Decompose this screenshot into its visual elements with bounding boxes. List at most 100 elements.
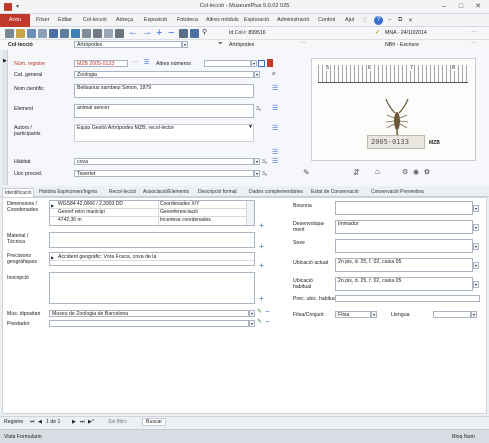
cat-general-field[interactable]: Zoologia (74, 71, 254, 78)
add-precisions-icon[interactable]: + (259, 262, 264, 270)
binoculars-icon[interactable]: ⚲ (202, 28, 207, 36)
image-transfer-icon[interactable]: ⇵ (353, 168, 360, 177)
tab-dades[interactable]: Dades complementàries (247, 188, 305, 197)
chart-icon[interactable] (71, 29, 80, 38)
remove-icon[interactable]: − (265, 317, 270, 326)
prestador-field[interactable] (49, 320, 249, 327)
heart-icon[interactable]: ♡ (362, 17, 367, 24)
copy-icon[interactable] (38, 29, 47, 38)
autors-dropdown-icon[interactable]: ▼ (248, 124, 253, 130)
menu-arxiu[interactable]: Arxiu (0, 14, 30, 27)
llengua-field[interactable] (433, 311, 471, 318)
prev-record-icon[interactable]: ◀ (38, 419, 42, 425)
add-dimension-icon[interactable]: + (259, 222, 264, 230)
search-button[interactable]: Buscar (142, 418, 167, 426)
altres-numeros-dropdown[interactable]: ▾ (251, 60, 257, 67)
new-record-icon[interactable]: + (156, 27, 162, 39)
fitxa-dropdown[interactable]: ▾ (371, 311, 377, 318)
tab-conservacio[interactable]: Conservació Preventiva (369, 188, 426, 197)
module-field[interactable]: Artròpodes (74, 41, 182, 48)
grid-icon[interactable] (258, 60, 265, 67)
table-row[interactable]: Georef retro municipi Georeferenciació (50, 209, 254, 217)
list-icon[interactable]: ☰ (272, 148, 278, 156)
image-home-icon[interactable]: ⌂ (375, 167, 380, 176)
ubicacio-habitual-field[interactable]: 2n pis, d. 25, f. 02, caixa 05 (335, 277, 473, 291)
language-icon[interactable]: 3ₐ (256, 106, 261, 112)
menu-fitxer[interactable]: Fitxer (32, 14, 53, 27)
close-button[interactable]: ✕ (470, 1, 486, 13)
desenvolupament-field[interactable]: Immadur (335, 220, 473, 234)
last-record-icon[interactable]: ⏭ (80, 419, 85, 426)
desenvolupament-dropdown[interactable]: ▾ (473, 224, 479, 231)
remove-icon[interactable]: − (265, 307, 270, 316)
add-material-icon[interactable]: + (259, 243, 264, 251)
link-icon[interactable] (190, 29, 199, 38)
minimize-button[interactable]: – (436, 1, 452, 13)
list-icon[interactable]: ☰ (272, 157, 278, 165)
more-icon[interactable]: ··· (132, 59, 138, 65)
altres-numeros-field[interactable] (204, 60, 251, 67)
edit-icon[interactable] (16, 29, 25, 38)
prec-ubic-field[interactable] (335, 295, 480, 302)
flag-icon[interactable] (267, 59, 273, 67)
first-record-icon[interactable]: ⏮ (30, 419, 35, 426)
inscripcio-field[interactable] (49, 272, 255, 304)
image-paint-icon[interactable]: ✿ (424, 168, 430, 176)
menu-exploracio[interactable]: Exploració (240, 14, 273, 27)
nom-cientific-field[interactable]: Belisarius xambeui Simon, 1879 (74, 84, 254, 98)
maximize-button[interactable]: □ (453, 1, 469, 13)
forward-arrow-icon[interactable]: → (142, 27, 152, 39)
image-edit-icon[interactable]: ✎ (303, 168, 310, 177)
next-record-icon[interactable]: ▶ (72, 419, 76, 425)
add-inscripcio-icon[interactable]: + (259, 295, 264, 303)
llengua-dropdown[interactable]: ▾ (471, 311, 477, 318)
close-ribbon-icon[interactable]: ✕ (408, 17, 413, 24)
new-record-nav-icon[interactable]: ▶* (88, 419, 94, 425)
ubicacio-actual-field[interactable]: 2n pis, d. 25, f. 02, caixa 05 (335, 258, 473, 272)
menu-administracio[interactable]: Administració (273, 14, 313, 27)
habitat-field[interactable]: cova (74, 158, 254, 165)
fitxa-field[interactable]: Fitxa (335, 311, 371, 318)
image-eye-icon[interactable]: ◉ (413, 168, 419, 176)
list-view-icon[interactable] (179, 29, 188, 38)
language-icon[interactable]: 3ₐ (262, 159, 267, 165)
material-field[interactable] (49, 232, 255, 248)
delete-record-icon[interactable]: − (168, 27, 174, 39)
menu-colleccio[interactable]: Col·lecció (79, 14, 111, 27)
autors-field[interactable]: Equip Gestió Artròpodes MZB, recol·lecto… (74, 124, 254, 142)
edit-pencil-icon[interactable]: ✎ (257, 318, 262, 325)
precisions-grid[interactable]: ▶ Accident geogràfic: Vora Fosca, cova d… (49, 252, 255, 266)
lloc-field[interactable]: Tavertet (74, 170, 254, 177)
view-icon[interactable] (27, 29, 36, 38)
menu-fototeca[interactable]: Fototeca (173, 14, 202, 27)
edit-pencil-icon[interactable]: ✎ (257, 308, 262, 315)
list-icon[interactable]: ☰ (272, 104, 278, 112)
ubicacio-actual-dropdown[interactable]: ▾ (473, 262, 479, 269)
menu-adreca[interactable]: Adreça (112, 14, 137, 27)
table-row[interactable]: ▶ WGS84 42,0066 / 2,3993 DD Coordenades … (50, 201, 254, 209)
filter-icon[interactable]: ⏷ (218, 41, 223, 48)
tab-estat[interactable]: Estat de Conservació (309, 188, 361, 197)
specimen-photo[interactable]: 5 6 7 8 2005-0133 MZB (311, 58, 476, 161)
help-icon[interactable]: ? (374, 16, 383, 25)
menu-control[interactable]: Control (314, 14, 339, 27)
menu-ajut[interactable]: Ajut (341, 14, 358, 27)
delete-icon[interactable] (49, 29, 58, 38)
ubicacio-habitual-dropdown[interactable]: ▾ (473, 281, 479, 288)
more-icon[interactable]: ··· (471, 29, 477, 35)
list-icon[interactable]: ☰ (272, 124, 278, 132)
image-settings-icon[interactable]: ⚙ (402, 168, 408, 176)
element-field[interactable]: animal sencer (74, 104, 254, 118)
menu-altres-moduls[interactable]: Altres mòduls (202, 14, 243, 27)
tab-recollecio[interactable]: Recol·lecció (107, 188, 138, 197)
tab-descripcio[interactable]: Descripció formal (196, 188, 239, 197)
minimize-ribbon-icon[interactable]: – (388, 17, 391, 23)
menu-exposicio[interactable]: Exposició (140, 14, 171, 27)
prestador-dropdown[interactable]: ▾ (249, 320, 255, 327)
lloc-dropdown[interactable]: ▾ (254, 170, 260, 177)
sexe-dropdown[interactable]: ▾ (473, 243, 479, 250)
language-icon[interactable]: 3ₐ (262, 171, 267, 177)
history-icon[interactable] (115, 29, 124, 38)
clear-icon[interactable]: ⌀ (272, 70, 276, 77)
table-row[interactable]: 4742,36 m Incertesa coordenades (50, 217, 254, 225)
